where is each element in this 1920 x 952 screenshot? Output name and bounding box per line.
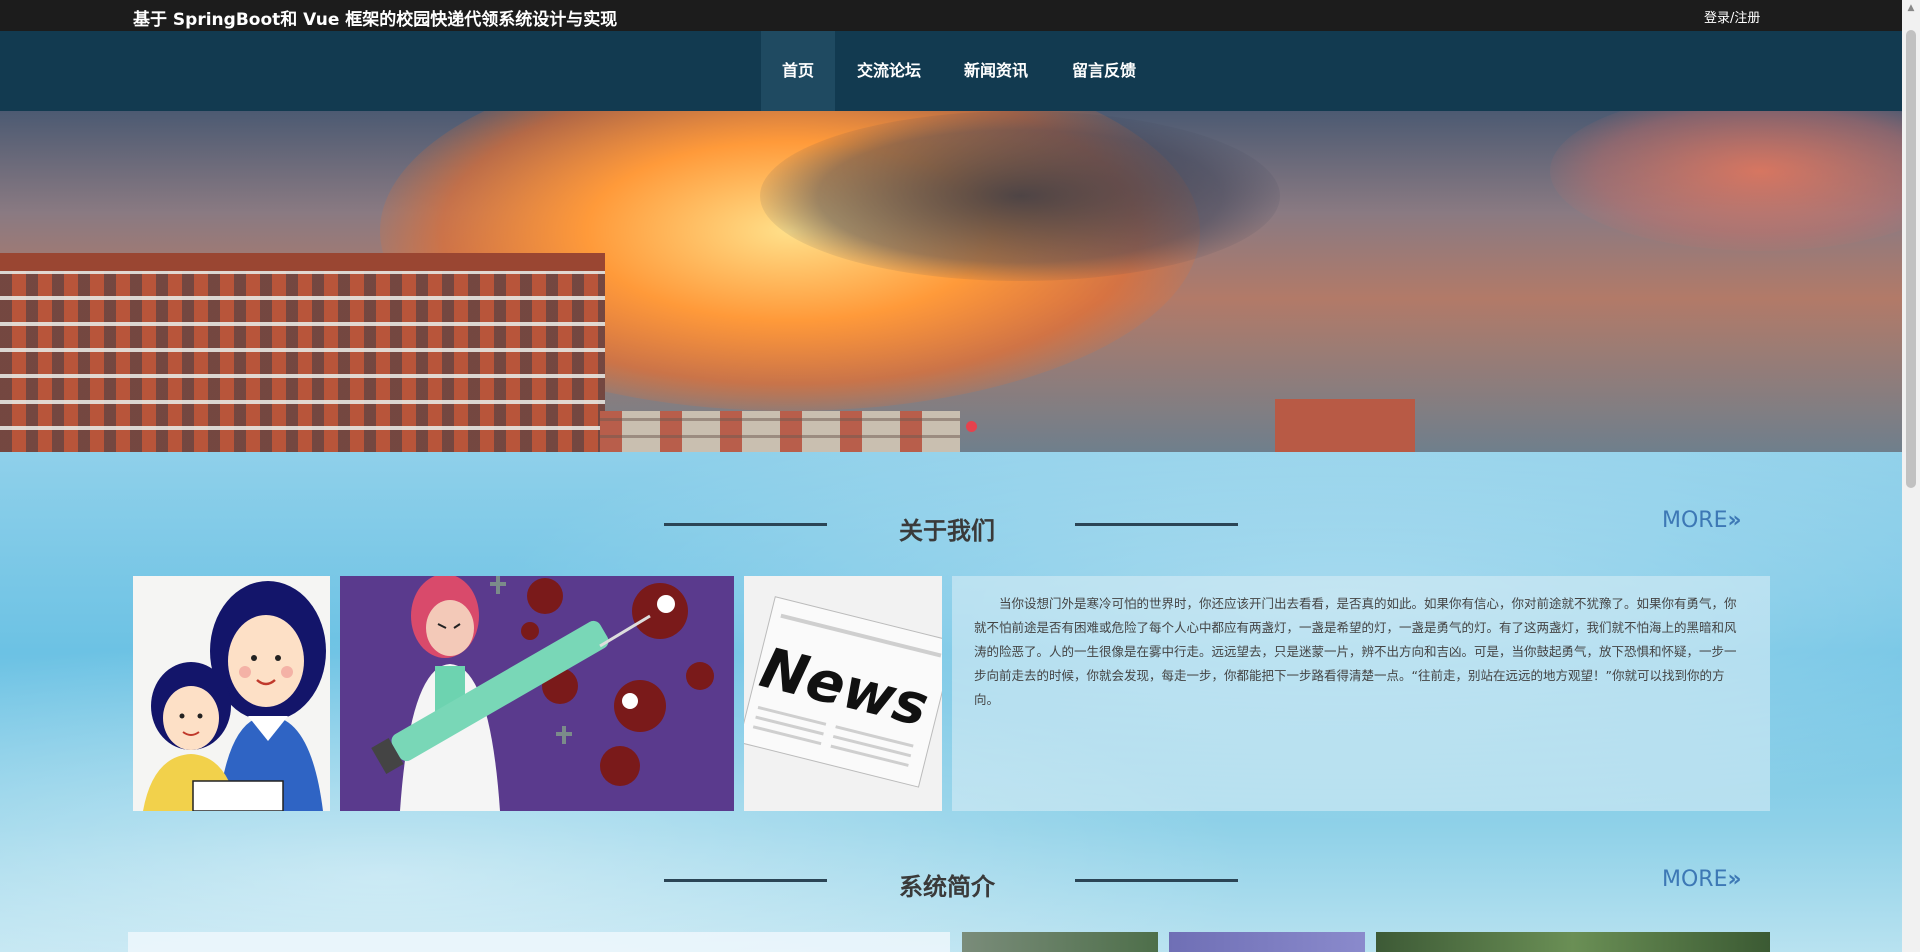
doctor-syringe-virus-illustration-icon xyxy=(340,576,734,811)
title-divider-right xyxy=(1075,523,1238,526)
about-more-link[interactable]: MORE›› xyxy=(1662,508,1742,533)
more-label: MORE xyxy=(1662,508,1728,533)
about-image-newspaper: News xyxy=(744,576,942,811)
pink-cloud xyxy=(1550,111,1920,251)
about-image-doctor-virus xyxy=(340,576,734,811)
title-divider-left xyxy=(664,523,827,526)
campus-building-middle xyxy=(600,411,960,452)
more-label: MORE xyxy=(1662,867,1728,892)
scrollbar-thumb[interactable] xyxy=(1906,30,1916,488)
nav-item-feedback[interactable]: 留言反馈 xyxy=(1060,31,1148,111)
scroll-up-arrow-icon[interactable]: ▲ xyxy=(1905,3,1917,13)
dark-cloud xyxy=(760,111,1280,281)
intro-text-panel xyxy=(128,932,950,952)
intro-more-link[interactable]: MORE›› xyxy=(1662,867,1742,892)
intro-image-3 xyxy=(1376,932,1770,952)
nav-item-home[interactable]: 首页 xyxy=(761,31,835,111)
campus-building-left xyxy=(0,271,605,452)
main-nav: 首页 交流论坛 新闻资讯 留言反馈 xyxy=(0,31,1920,111)
about-text-panel: 当你设想门外是寒冷可怕的世界时，你还应该开门出去看看，是否真的如此。如果你有信心… xyxy=(952,576,1770,811)
site-title: 基于 SpringBoot和 Vue 框架的校园快递代领系统设计与实现 xyxy=(133,10,618,30)
title-divider-left xyxy=(664,879,827,882)
campus-tower xyxy=(1275,399,1415,452)
login-register-link[interactable]: 登录/注册 xyxy=(1704,7,1760,26)
newspaper-illustration-icon: News xyxy=(744,576,942,811)
nav-item-news[interactable]: 新闻资讯 xyxy=(952,31,1040,111)
nav-item-forum[interactable]: 交流论坛 xyxy=(845,31,933,111)
title-divider-right xyxy=(1075,879,1238,882)
double-chevron-right-icon: ›› xyxy=(1727,508,1741,533)
about-text: 当你设想门外是寒冷可怕的世界时，你还应该开门出去看看，是否真的如此。如果你有信心… xyxy=(974,596,1737,707)
intro-image-1 xyxy=(962,932,1158,952)
about-image-mother-daughter xyxy=(133,576,330,811)
intro-image-2 xyxy=(1169,932,1365,952)
building-roof xyxy=(0,253,605,273)
mother-daughter-illustration-icon xyxy=(133,576,330,811)
about-section-title: 关于我们 xyxy=(899,517,995,545)
double-chevron-right-icon: ›› xyxy=(1727,867,1741,892)
carousel-indicator-dot[interactable] xyxy=(966,421,977,432)
top-bar: 基于 SpringBoot和 Vue 框架的校园快递代领系统设计与实现 登录/注… xyxy=(0,0,1920,31)
banner-carousel[interactable] xyxy=(0,111,1920,452)
intro-section-title: 系统简介 xyxy=(899,873,995,901)
